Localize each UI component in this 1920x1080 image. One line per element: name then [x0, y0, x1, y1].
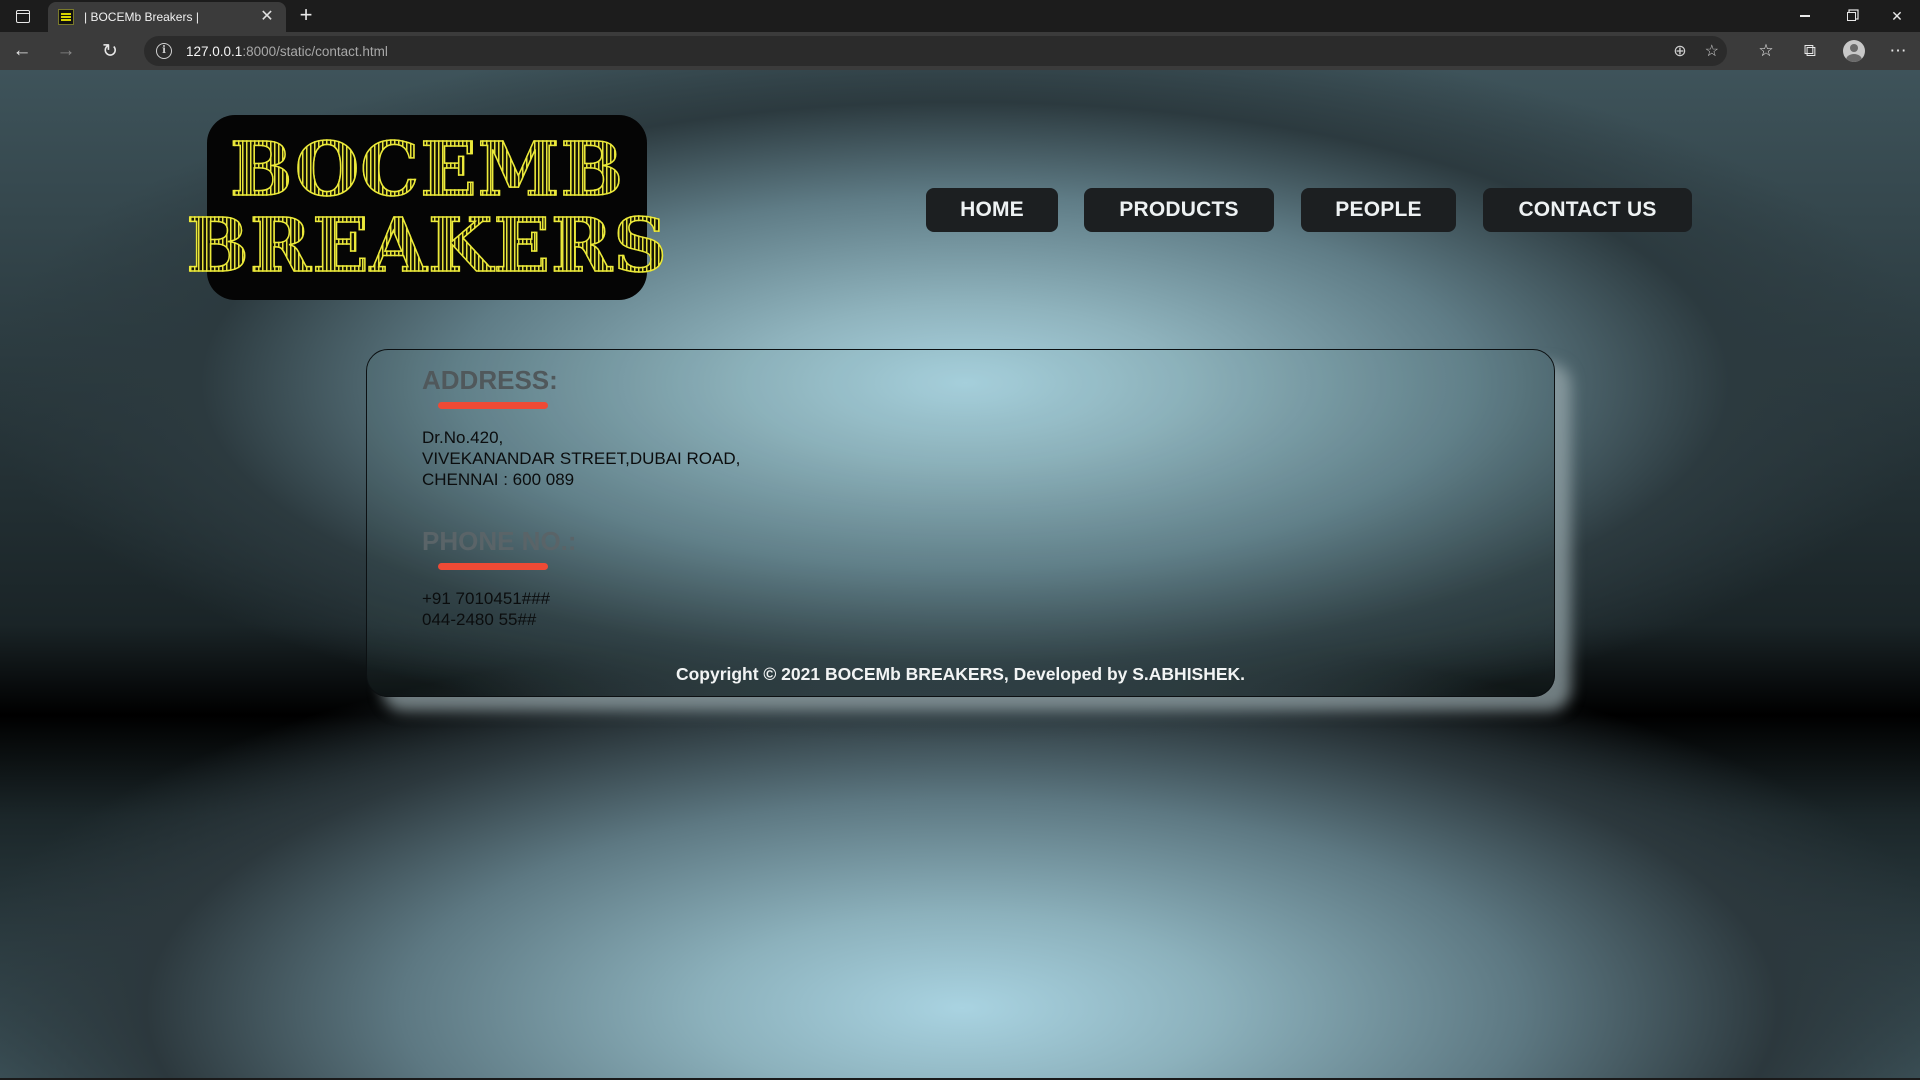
zoom-icon[interactable]: ⊕	[1673, 41, 1686, 61]
nav-home-button[interactable]: HOME	[926, 188, 1058, 232]
address-line: VIVEKANANDAR STREET,DUBAI ROAD,	[422, 449, 741, 468]
address-line: CHENNAI : 600 089	[422, 470, 575, 489]
tab-title: | BOCEMb Breakers |	[84, 10, 199, 24]
restore-icon	[1846, 11, 1856, 21]
close-window-button[interactable]: ✕	[1874, 0, 1920, 32]
url-text: 127.0.0.1:8000/static/contact.html	[186, 44, 388, 59]
site-logo[interactable]: BOCEMB BREAKERS	[185, 115, 668, 300]
address-bar[interactable]: i 127.0.0.1:8000/static/contact.html ⊕ ☆	[144, 36, 1727, 66]
forward-arrow-icon: →	[56, 40, 76, 61]
url-path: :8000/static/contact.html	[242, 43, 388, 59]
site-info-icon[interactable]: i	[156, 43, 172, 59]
minimize-button[interactable]	[1782, 0, 1828, 32]
forward-button[interactable]: →	[44, 32, 88, 70]
site-favicon-icon	[58, 9, 74, 25]
collections-button[interactable]: ⧉	[1788, 32, 1832, 70]
address-block: Dr.No.420, VIVEKANANDAR STREET,DUBAI ROA…	[422, 427, 740, 490]
nav-products-button[interactable]: PRODUCTS	[1084, 188, 1274, 232]
phone-underline	[438, 563, 548, 570]
minimize-icon	[1800, 15, 1810, 17]
favorites-button[interactable]: ☆	[1744, 32, 1788, 70]
back-arrow-icon: ←	[12, 40, 32, 61]
profile-button[interactable]	[1832, 32, 1876, 70]
tab-close-button[interactable]: ✕	[258, 8, 276, 26]
address-line: Dr.No.420,	[422, 428, 504, 447]
nav-people-button[interactable]: PEOPLE	[1301, 188, 1456, 232]
logo-line-2: BREAKERS	[185, 202, 668, 289]
nav-contact-us-button[interactable]: CONTACT US	[1483, 188, 1692, 232]
logo-line-1: BOCEMB	[229, 126, 625, 213]
profile-avatar-icon	[1843, 40, 1865, 62]
address-underline	[438, 402, 548, 409]
page-viewport: BOCEMB BREAKERS HOME PRODUCTS PEOPLE CON…	[0, 70, 1920, 1078]
new-tab-button[interactable]: +	[294, 4, 318, 28]
refresh-button[interactable]: ↻	[88, 32, 132, 70]
collections-icon: ⧉	[1803, 41, 1817, 60]
back-button[interactable]: ←	[0, 32, 44, 70]
phone-line: 044-2480 55##	[422, 610, 537, 629]
settings-menu-button[interactable]: ⋯	[1876, 32, 1920, 70]
browser-tab-strip: | BOCEMb Breakers | ✕ + ✕	[0, 0, 1920, 32]
browser-toolbar: ← → ↻ i 127.0.0.1:8000/static/contact.ht…	[0, 32, 1920, 70]
add-favorite-icon[interactable]: ☆	[1705, 41, 1719, 61]
phone-line: +91 7010451###	[422, 589, 551, 608]
contact-card: ADDRESS: Dr.No.420, VIVEKANANDAR STREET,…	[366, 349, 1555, 697]
tab-actions-icon	[16, 9, 30, 23]
url-host: 127.0.0.1	[186, 43, 243, 59]
phone-heading: PHONE NO.:	[422, 526, 577, 556]
copyright-footer: Copyright © 2021 BOCEMb BREAKERS, Develo…	[675, 664, 1246, 684]
browser-tab[interactable]: | BOCEMb Breakers | ✕	[48, 2, 286, 32]
more-options-icon: ⋯	[1889, 41, 1907, 60]
tab-actions-button[interactable]	[0, 0, 46, 32]
window-controls: ✕	[1782, 0, 1920, 32]
favorites-icon: ☆	[1758, 41, 1774, 60]
refresh-icon: ↻	[102, 40, 118, 62]
phone-block: +91 7010451### 044-2480 55##	[422, 588, 550, 630]
restore-button[interactable]	[1828, 0, 1874, 32]
address-heading: ADDRESS:	[422, 365, 558, 395]
